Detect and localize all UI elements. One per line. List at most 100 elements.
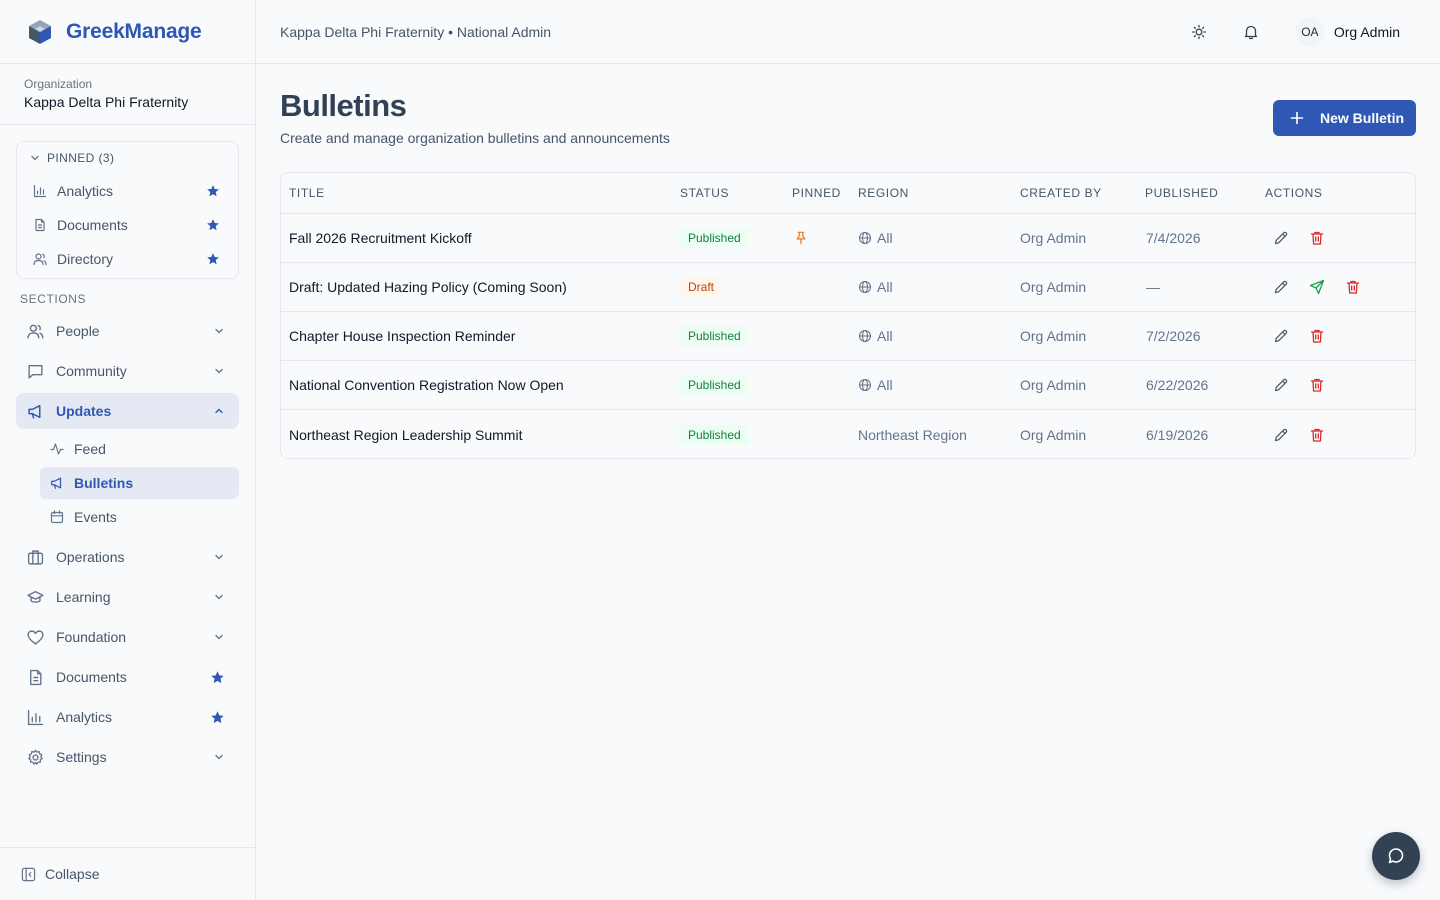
organization-block[interactable]: Organization Kappa Delta Phi Fraternity <box>0 64 255 125</box>
row-actions <box>1269 275 1377 299</box>
sidebar-subitem-label: Events <box>74 509 117 525</box>
published-date: 6/22/2026 <box>1146 377 1209 393</box>
created-by: Org Admin <box>1020 377 1087 393</box>
document-icon <box>33 218 47 232</box>
sidebar-subitem-bulletins[interactable]: Bulletins <box>40 467 239 499</box>
trash-icon <box>1345 279 1361 295</box>
delete-button[interactable] <box>1305 423 1329 447</box>
region-label: All <box>877 230 893 246</box>
heart-icon <box>27 629 44 646</box>
star-icon[interactable] <box>206 184 220 198</box>
region-cell: All <box>858 230 893 246</box>
trash-icon <box>1309 230 1325 246</box>
collapse-sidebar-button[interactable]: Collapse <box>0 847 256 900</box>
user-name[interactable]: Org Admin <box>1334 24 1400 40</box>
bulletin-title[interactable]: Fall 2026 Recruitment Kickoff <box>289 230 472 246</box>
bar-chart-icon <box>27 709 44 726</box>
edit-button[interactable] <box>1269 275 1293 299</box>
region-label: All <box>877 279 893 295</box>
edit-button[interactable] <box>1269 373 1293 397</box>
star-icon[interactable] <box>206 252 220 266</box>
column-header-region[interactable]: REGION <box>858 186 909 200</box>
gear-icon <box>27 749 44 766</box>
sidebar-collapse-icon <box>21 867 36 882</box>
table-row[interactable]: Northeast Region Leadership Summit Publi… <box>281 410 1415 458</box>
pinned-header-label: PINNED (3) <box>47 151 115 165</box>
bulletin-title[interactable]: Draft: Updated Hazing Policy (Coming Soo… <box>289 279 567 295</box>
edit-button[interactable] <box>1269 324 1293 348</box>
globe-icon <box>858 378 872 392</box>
row-actions <box>1269 373 1341 397</box>
delete-button[interactable] <box>1305 226 1329 250</box>
breadcrumb: Kappa Delta Phi Fraternity • National Ad… <box>280 23 552 40</box>
column-header-actions: ACTIONS <box>1265 186 1323 200</box>
region-label: All <box>877 328 893 344</box>
created-by: Org Admin <box>1020 230 1087 246</box>
sidebar-item-updates[interactable]: Updates <box>16 393 239 429</box>
globe-icon <box>858 231 872 245</box>
pencil-icon <box>1273 279 1289 295</box>
sidebar-item-label: Updates <box>56 403 112 419</box>
sidebar-item-foundation[interactable]: Foundation <box>16 619 239 655</box>
table-row[interactable]: Fall 2026 Recruitment Kickoff Published … <box>281 214 1415 263</box>
calendar-icon <box>50 510 64 524</box>
publish-button[interactable] <box>1305 275 1329 299</box>
megaphone-icon <box>27 403 44 420</box>
chevron-up-icon <box>213 405 225 417</box>
star-icon[interactable] <box>206 218 220 232</box>
trash-icon <box>1309 377 1325 393</box>
logo-row[interactable]: GreekManage <box>0 0 255 64</box>
column-header-status[interactable]: STATUS <box>680 186 729 200</box>
table-row[interactable]: Draft: Updated Hazing Policy (Coming Soo… <box>281 263 1415 312</box>
send-icon <box>1309 279 1325 295</box>
users-icon <box>27 323 44 340</box>
pinned-item-documents[interactable]: Documents <box>17 208 238 242</box>
bulletin-title[interactable]: Northeast Region Leadership Summit <box>289 427 522 443</box>
collapse-label: Collapse <box>45 866 100 882</box>
chat-button[interactable] <box>1372 832 1420 880</box>
pencil-icon <box>1273 230 1289 246</box>
sidebar-item-label: Settings <box>56 749 107 765</box>
pinned-header[interactable]: PINNED (3) <box>17 142 238 174</box>
sidebar-item-label: People <box>56 323 100 339</box>
sidebar-item-settings[interactable]: Settings <box>16 739 239 775</box>
sidebar-nav: People Community Updates Feed Bulletins … <box>16 313 239 779</box>
theme-toggle-button[interactable] <box>1181 14 1217 50</box>
sidebar-item-community[interactable]: Community <box>16 353 239 389</box>
sidebar-item-people[interactable]: People <box>16 313 239 349</box>
table-row[interactable]: Chapter House Inspection Reminder Publis… <box>281 312 1415 361</box>
column-header-title[interactable]: TITLE <box>289 186 325 200</box>
sidebar-subitem-events[interactable]: Events <box>40 501 239 533</box>
column-header-pinned[interactable]: PINNED <box>792 186 841 200</box>
app-name: GreekManage <box>66 19 202 43</box>
sidebar-subitem-feed[interactable]: Feed <box>40 433 239 465</box>
column-header-published[interactable]: PUBLISHED <box>1145 186 1218 200</box>
chevron-down-icon <box>213 551 225 563</box>
pinned-item-directory[interactable]: Directory <box>17 242 238 276</box>
star-icon[interactable] <box>210 710 225 725</box>
status-badge: Published <box>680 228 749 248</box>
notifications-button[interactable] <box>1233 14 1269 50</box>
star-icon[interactable] <box>210 670 225 685</box>
edit-button[interactable] <box>1269 423 1293 447</box>
sidebar: GreekManage Organization Kappa Delta Phi… <box>0 0 256 900</box>
column-header-created-by[interactable]: CREATED BY <box>1020 186 1102 200</box>
delete-button[interactable] <box>1305 373 1329 397</box>
bulletin-title[interactable]: National Convention Registration Now Ope… <box>289 377 564 393</box>
sidebar-item-documents[interactable]: Documents <box>16 659 239 695</box>
sidebar-subitem-label: Bulletins <box>74 475 134 491</box>
sidebar-item-analytics[interactable]: Analytics <box>16 699 239 735</box>
pencil-icon <box>1273 328 1289 344</box>
avatar[interactable]: OA <box>1294 16 1325 47</box>
edit-button[interactable] <box>1269 226 1293 250</box>
new-bulletin-button[interactable]: New Bulletin <box>1273 100 1416 136</box>
pinned-item-analytics[interactable]: Analytics <box>17 174 238 208</box>
sidebar-item-operations[interactable]: Operations <box>16 539 239 575</box>
delete-button[interactable] <box>1305 324 1329 348</box>
status-badge: Published <box>680 326 749 346</box>
bulletin-title[interactable]: Chapter House Inspection Reminder <box>289 328 515 344</box>
sidebar-item-learning[interactable]: Learning <box>16 579 239 615</box>
delete-button[interactable] <box>1341 275 1365 299</box>
table-row[interactable]: National Convention Registration Now Ope… <box>281 361 1415 410</box>
page-title: Bulletins <box>280 88 407 123</box>
